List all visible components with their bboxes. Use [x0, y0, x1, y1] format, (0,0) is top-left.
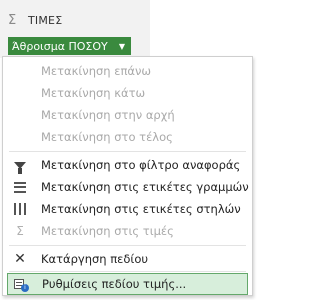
columns-icon — [13, 202, 27, 216]
values-area-label: ΤΙΜΕΣ — [28, 13, 63, 27]
menu-separator — [9, 245, 246, 246]
sigma-icon: Σ — [8, 12, 17, 28]
menu-item-move-to-row-labels[interactable]: Μετακίνηση στις ετικέτες γραμμών — [3, 176, 252, 198]
menu-item-move-to-beginning[interactable]: Μετακίνηση στην αρχή — [3, 104, 252, 126]
blank-icon — [13, 108, 27, 122]
filter-icon — [13, 158, 27, 174]
field-chip-label: Άθροισμα ΠΟΣΟΥ — [12, 39, 108, 53]
menu-item-move-down[interactable]: Μετακίνηση κάτω — [3, 82, 252, 104]
field-context-menu: Μετακίνηση επάνω Μετακίνηση κάτω Μετακίν… — [2, 56, 253, 296]
blank-icon — [13, 86, 27, 100]
menu-item-move-to-column-labels[interactable]: Μετακίνηση στις ετικέτες στηλών — [3, 198, 252, 220]
dropdown-arrow-icon[interactable]: ▼ — [119, 42, 125, 51]
menu-separator — [9, 151, 246, 152]
value-field-settings-icon: i — [14, 277, 29, 292]
blank-icon — [13, 130, 27, 144]
menu-item-remove-field[interactable]: ✕ Κατάργηση πεδίου — [3, 248, 252, 270]
menu-item-move-to-end[interactable]: Μετακίνηση στο τέλος — [3, 126, 252, 148]
blank-icon — [13, 64, 27, 78]
menu-separator — [9, 271, 246, 272]
menu-item-value-field-settings[interactable]: i Ρυθμίσεις πεδίου τιμής... — [7, 273, 248, 295]
close-icon: ✕ — [14, 251, 26, 267]
menu-item-move-to-values[interactable]: Σ Μετακίνηση στις τιμές — [3, 220, 252, 242]
menu-item-move-to-report-filter[interactable]: Μετακίνηση στο φίλτρο αναφοράς — [3, 154, 252, 176]
values-area-header: Σ ΤΙΜΕΣ — [8, 12, 62, 28]
field-chip-sum-amount[interactable]: Άθροισμα ΠΟΣΟΥ ▼ — [8, 37, 131, 55]
sigma-icon: Σ — [16, 224, 24, 238]
menu-item-move-up[interactable]: Μετακίνηση επάνω — [3, 60, 252, 82]
worksheet-area — [150, 0, 257, 58]
rows-icon — [13, 180, 27, 194]
